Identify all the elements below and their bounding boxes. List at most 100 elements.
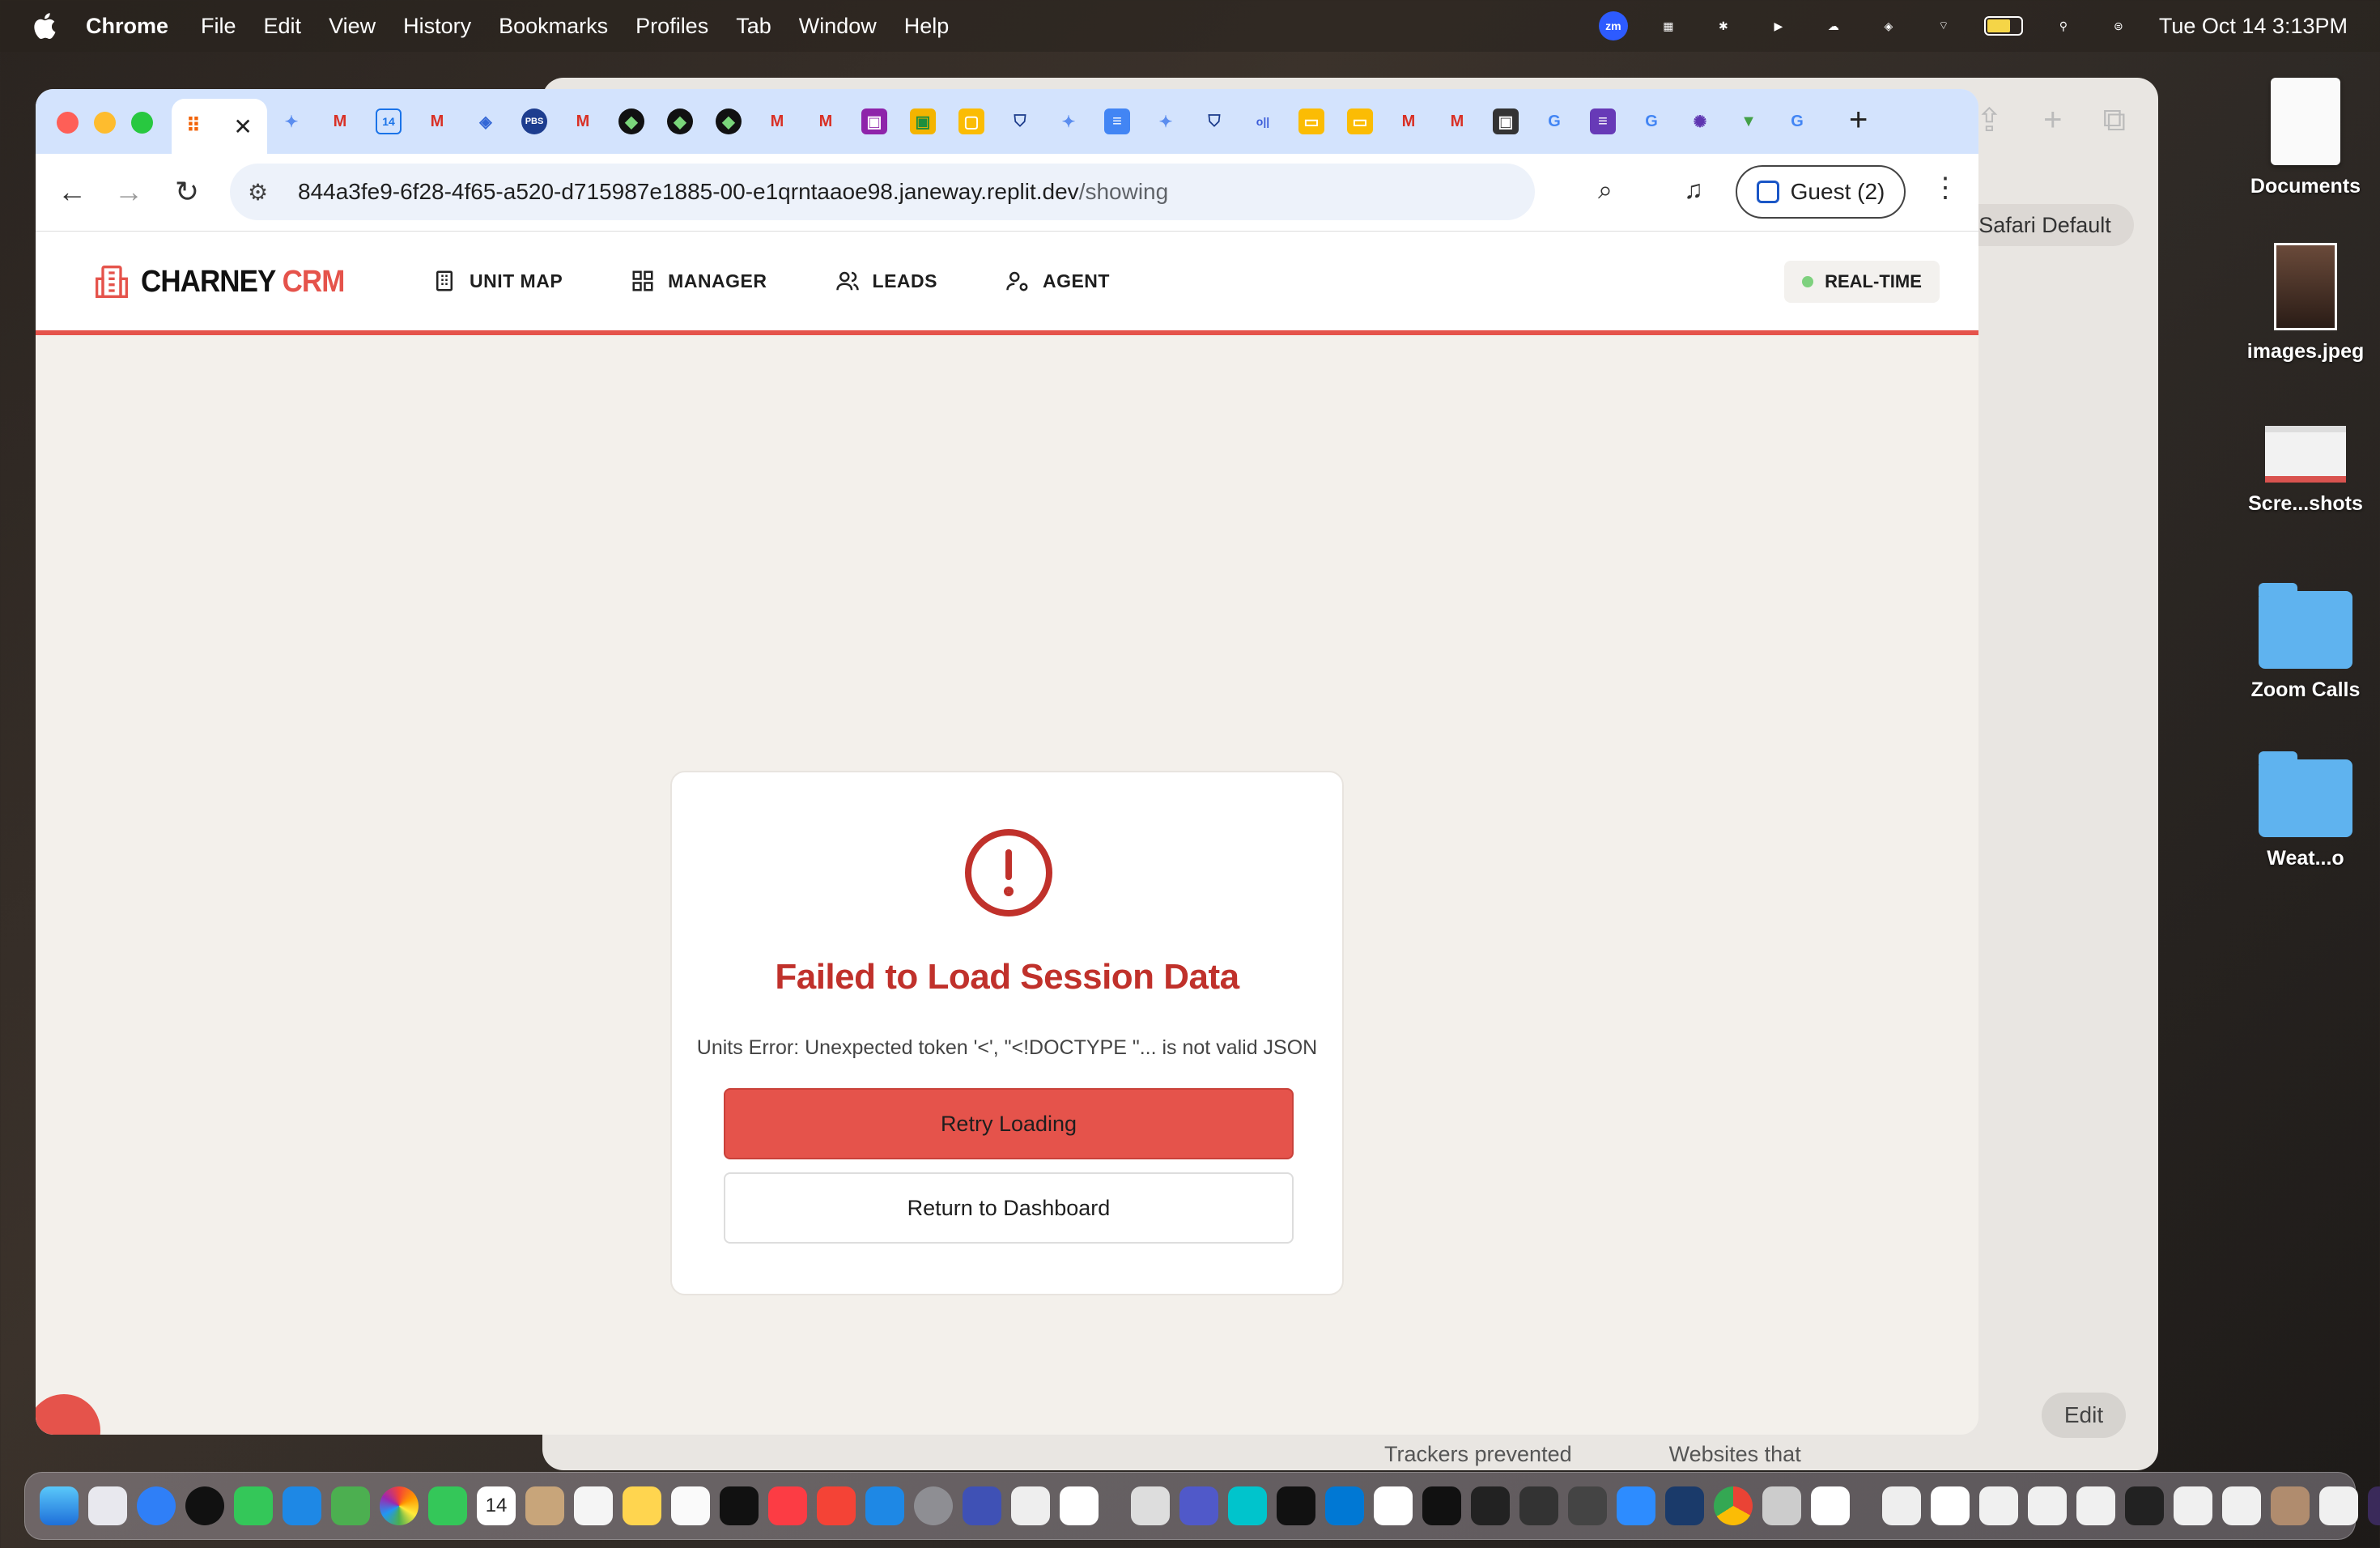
play-status-icon[interactable]: ▶ bbox=[1764, 11, 1793, 40]
slack-icon[interactable] bbox=[1811, 1486, 1850, 1525]
gmail-tab-icon[interactable]: M bbox=[764, 108, 790, 134]
lens-search-icon[interactable]: ⌕ bbox=[1598, 175, 1613, 206]
gmail-tab-icon[interactable]: M bbox=[424, 108, 450, 134]
screenshot-stack-icon[interactable] bbox=[2028, 1486, 2067, 1525]
media-controls-icon[interactable]: ♫ bbox=[1684, 175, 1703, 205]
shield-tab-icon[interactable]: ⛉ bbox=[1201, 108, 1227, 134]
activity-monitor-icon[interactable] bbox=[1471, 1486, 1510, 1525]
document-icon[interactable] bbox=[1882, 1486, 1921, 1525]
news-icon[interactable] bbox=[817, 1486, 856, 1525]
google-tab-icon[interactable]: G bbox=[1784, 108, 1810, 134]
archive-icon[interactable] bbox=[1060, 1486, 1099, 1525]
new-tab-button[interactable]: + bbox=[1849, 102, 1868, 138]
safari-icon[interactable] bbox=[137, 1486, 176, 1525]
mongodb-tab-icon[interactable]: ◆ bbox=[667, 108, 693, 134]
pbs-tab-icon[interactable]: PBS bbox=[521, 108, 547, 134]
screen-icon[interactable] bbox=[1568, 1486, 1607, 1525]
more-menu-icon[interactable]: ⋮ bbox=[1932, 172, 1959, 204]
printer-icon[interactable] bbox=[1762, 1486, 1801, 1525]
address-bar[interactable]: ⚙ 844a3fe9-6f28-4f65-a520-d715987e1885-0… bbox=[230, 164, 1535, 220]
profile-card-tab-icon[interactable]: ▣ bbox=[1493, 108, 1519, 134]
window-thumbnail-icon[interactable] bbox=[2174, 1486, 2212, 1525]
music-icon[interactable] bbox=[768, 1486, 807, 1525]
app-store-icon[interactable] bbox=[865, 1486, 904, 1525]
forward-arrow-icon[interactable]: → bbox=[110, 173, 147, 211]
pilot-icon[interactable] bbox=[1665, 1486, 1704, 1525]
cloud-icon[interactable]: ☁ bbox=[1819, 11, 1848, 40]
menu-app-name[interactable]: Chrome bbox=[86, 14, 168, 39]
teams-icon[interactable] bbox=[1179, 1486, 1218, 1525]
apple-icon[interactable] bbox=[31, 11, 62, 41]
menu-edit[interactable]: Edit bbox=[264, 14, 302, 39]
contacts-tab-icon[interactable]: ▣ bbox=[861, 108, 887, 134]
desktop-screenshots[interactable]: Scre...shots bbox=[2233, 426, 2378, 516]
feather-icon[interactable] bbox=[1131, 1486, 1170, 1525]
gmail-tab-icon[interactable]: M bbox=[327, 108, 353, 134]
photos-icon[interactable] bbox=[380, 1486, 419, 1525]
desktop-image-file[interactable]: images.jpeg bbox=[2233, 243, 2378, 364]
menu-bookmarks[interactable]: Bookmarks bbox=[499, 14, 608, 39]
contacts-icon[interactable] bbox=[525, 1486, 564, 1525]
battery-icon[interactable] bbox=[1983, 16, 2023, 36]
menu-help[interactable]: Help bbox=[904, 14, 950, 39]
photo-tab-icon[interactable]: ▣ bbox=[910, 108, 936, 134]
link-tab-icon[interactable]: o|| bbox=[1250, 108, 1276, 134]
gmail-tab-icon[interactable]: M bbox=[1396, 108, 1422, 134]
docs-tab-icon[interactable]: ≡ bbox=[1104, 108, 1130, 134]
terminal-icon[interactable] bbox=[1422, 1486, 1461, 1525]
gmail-tab-icon[interactable]: M bbox=[1444, 108, 1470, 134]
wifi-icon[interactable]: ⌔ bbox=[1929, 11, 1958, 40]
reload-icon[interactable]: ↻ bbox=[168, 173, 206, 211]
nav-unit-map[interactable]: UNIT MAP bbox=[432, 269, 563, 293]
share-icon[interactable]: ⇪ bbox=[1976, 102, 2004, 139]
menu-history[interactable]: History bbox=[403, 14, 471, 39]
notes-icon[interactable] bbox=[623, 1486, 661, 1525]
slides-tab-icon[interactable]: ▭ bbox=[1347, 108, 1373, 134]
mongodb-tab-icon[interactable]: ◆ bbox=[618, 108, 644, 134]
maps-icon[interactable] bbox=[331, 1486, 370, 1525]
messages-icon[interactable] bbox=[234, 1486, 273, 1525]
vue-tab-icon[interactable]: ▼ bbox=[1736, 108, 1762, 134]
back-arrow-icon[interactable]: ← bbox=[53, 173, 91, 211]
edit-button[interactable]: Edit bbox=[2042, 1393, 2126, 1438]
vscode-icon[interactable] bbox=[1325, 1486, 1364, 1525]
gemini-tab-icon[interactable]: ✦ bbox=[1153, 108, 1179, 134]
site-settings-icon[interactable]: ⚙ bbox=[248, 179, 280, 206]
close-window-button[interactable] bbox=[57, 112, 79, 134]
gmail-tab-icon[interactable]: M bbox=[813, 108, 839, 134]
cursor-icon[interactable] bbox=[1277, 1486, 1315, 1525]
menu-profiles[interactable]: Profiles bbox=[635, 14, 708, 39]
nav-agent[interactable]: AGENT bbox=[1005, 269, 1110, 293]
window-thumbnail-icon[interactable] bbox=[2319, 1486, 2358, 1525]
forms-tab-icon[interactable]: ≡ bbox=[1590, 108, 1616, 134]
mongodb-tab-icon[interactable]: ◆ bbox=[716, 108, 742, 134]
retry-loading-button[interactable]: Retry Loading bbox=[724, 1088, 1294, 1159]
wave-icon[interactable] bbox=[1374, 1486, 1413, 1525]
finder-icon[interactable] bbox=[40, 1486, 79, 1525]
safari-default-pill[interactable]: Safari Default bbox=[1956, 204, 2134, 246]
window-thumbnail-icon[interactable] bbox=[2125, 1486, 2164, 1525]
screenshot-stack-icon[interactable] bbox=[1979, 1486, 2018, 1525]
apple-tv-icon[interactable] bbox=[720, 1486, 759, 1525]
control-center-icon[interactable]: ⊜ bbox=[2104, 11, 2133, 40]
profile-button[interactable]: Guest (2) bbox=[1736, 165, 1906, 219]
menu-window[interactable]: Window bbox=[799, 14, 877, 39]
tab-overview-icon[interactable]: ⧉ bbox=[2102, 102, 2126, 139]
freeform-icon[interactable] bbox=[671, 1486, 710, 1525]
desktop-weather-folder[interactable]: Weat...o bbox=[2233, 751, 2378, 870]
menu-tab[interactable]: Tab bbox=[736, 14, 771, 39]
system-settings-icon[interactable] bbox=[914, 1486, 953, 1525]
perplexity-status-icon[interactable]: ✱ bbox=[1709, 11, 1738, 40]
launchpad-icon[interactable] bbox=[88, 1486, 127, 1525]
gemini-tab-icon[interactable]: ✦ bbox=[278, 108, 304, 134]
google-tab-icon[interactable]: G bbox=[1541, 108, 1567, 134]
chrome-icon[interactable] bbox=[1714, 1486, 1753, 1525]
menu-clock[interactable]: Tue Oct 14 3:13PM bbox=[2159, 14, 2348, 39]
window-thumbnail-icon[interactable] bbox=[2222, 1486, 2261, 1525]
preview-icon[interactable] bbox=[1931, 1486, 1970, 1525]
shield-tab-icon[interactable]: ⛉ bbox=[1007, 108, 1033, 134]
window-thumbnail-icon[interactable] bbox=[2368, 1486, 2380, 1525]
asterisk-tab-icon[interactable]: ✺ bbox=[1687, 108, 1713, 134]
zoom-icon[interactable] bbox=[1617, 1486, 1655, 1525]
desktop-documents[interactable]: Documents bbox=[2233, 78, 2378, 198]
